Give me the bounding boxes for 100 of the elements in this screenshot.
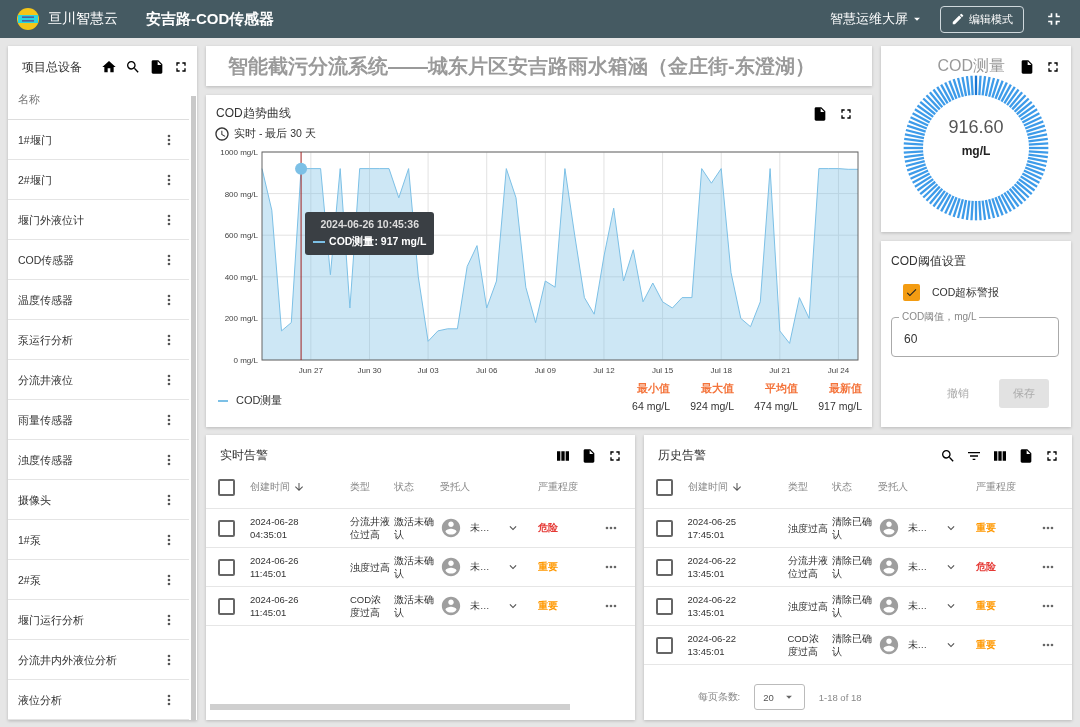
stat-value: 924 mg/L: [690, 400, 734, 412]
dashboard-dropdown[interactable]: 智慧运维大屏: [828, 8, 926, 30]
assignee-name: 未…: [907, 599, 928, 613]
card-title: COD阈值设置: [891, 253, 967, 270]
field-label: COD阈值，mg/L: [899, 310, 980, 323]
sort-arrow-icon[interactable]: [730, 481, 743, 493]
scrollbar[interactable]: [191, 96, 196, 720]
stat-label: 最大值: [701, 382, 734, 396]
row-checkbox[interactable]: [218, 519, 235, 537]
time-range: 实时 - 最后 30 天: [234, 127, 316, 141]
table-cell-text: 激活未确认: [394, 593, 435, 619]
alarm-checkbox[interactable]: [903, 284, 920, 301]
table-cell-text: 2024-06-26 11:45:01: [250, 593, 300, 619]
search-icon[interactable]: [940, 447, 956, 464]
stat-label: 平均值: [765, 382, 798, 396]
device-item[interactable]: 液位分析: [8, 680, 189, 720]
clock-icon: [214, 126, 230, 142]
device-item[interactable]: 雨量传感器: [8, 400, 189, 440]
avatar-icon: [877, 634, 900, 656]
y-tick-label: 1000 mg/L: [220, 148, 258, 157]
column-header[interactable]: 严重程度: [975, 480, 1040, 494]
column-header[interactable]: 状态: [831, 480, 878, 494]
avatar-icon: [440, 556, 462, 578]
assignee-name: 未…: [470, 560, 491, 574]
device-item[interactable]: COD传感器: [8, 240, 189, 280]
x-tick-label: Jun 27: [298, 366, 323, 375]
select-all-checkbox[interactable]: [218, 478, 235, 496]
banner-title: 智能截污分流系统——城东片区安吉路雨水箱涵（金庄街-东澄湖）: [228, 53, 815, 79]
device-item[interactable]: 摄像头: [8, 480, 189, 520]
row-checkbox[interactable]: [218, 597, 235, 615]
row-checkbox[interactable]: [218, 558, 235, 576]
table-cell-text: 分流井液位过高: [787, 554, 829, 580]
fullscreen-icon[interactable]: [173, 59, 189, 75]
severity-label: 重要: [975, 638, 997, 652]
table-cell-text: 激活未确认: [394, 554, 435, 580]
device-item[interactable]: 泵运行分析: [8, 320, 189, 360]
legend-item[interactable]: COD测量: [214, 393, 283, 412]
gauge-unit: mg/L: [961, 144, 991, 158]
check-icon: [905, 286, 918, 299]
table-cell-text: 分流井液位过高: [350, 515, 391, 541]
search-icon[interactable]: [125, 59, 141, 75]
column-header[interactable]: 严重程度: [538, 480, 603, 494]
table-cell-text: 清除已确认: [831, 554, 873, 580]
column-header[interactable]: 受托人: [440, 480, 538, 494]
row-checkbox[interactable]: [655, 597, 673, 615]
device-item[interactable]: 2#泵: [8, 560, 189, 600]
assignee-name: 未…: [907, 560, 928, 574]
row-checkbox[interactable]: [655, 558, 673, 576]
avatar-icon: [877, 595, 900, 617]
chart-title: COD趋势曲线: [216, 105, 291, 122]
gauge-title: COD测量: [937, 56, 1005, 76]
column-header[interactable]: 创建时间: [250, 480, 290, 494]
tooltip-time: 2024-06-26 10:45:36: [319, 218, 421, 230]
device-item[interactable]: 1#堰门: [8, 120, 189, 160]
export-icon[interactable]: [1019, 58, 1035, 75]
stat-value: 474 mg/L: [754, 400, 798, 412]
device-item[interactable]: 分流井液位: [8, 360, 189, 400]
column-header[interactable]: 类型: [350, 480, 394, 494]
sort-arrow-icon[interactable]: [293, 481, 305, 493]
x-tick-label: Jul 15: [651, 366, 674, 375]
device-item[interactable]: 堰门外液位计: [8, 200, 189, 240]
table-cell-text: 2024-06-25 17:45:01: [687, 515, 738, 541]
column-header[interactable]: 类型: [787, 480, 832, 494]
severity-label: 危险: [975, 560, 997, 574]
avatar-icon: [440, 517, 462, 539]
y-tick-label: 600 mg/L: [224, 231, 258, 241]
x-tick-label: Jul 21: [769, 366, 791, 375]
device-item[interactable]: 温度传感器: [8, 280, 189, 320]
tooltip-value: COD测量: 917 mg/L: [313, 235, 427, 249]
stat-value: 64 mg/L: [632, 400, 670, 412]
table-cell-text: 2024-06-28 04:35:01: [250, 515, 300, 541]
x-tick-label: Jul 06: [476, 366, 498, 375]
column-header[interactable]: 创建时间: [687, 480, 728, 494]
avatar-icon: [877, 517, 900, 539]
table-cell-text: 清除已确认: [831, 593, 873, 619]
page-title: 安吉路-COD传感器: [146, 9, 275, 29]
device-item[interactable]: 堰门运行分析: [8, 600, 189, 640]
table-cell-text: 2024-06-22 13:45:01: [687, 632, 738, 658]
device-item[interactable]: 2#堰门: [8, 160, 189, 200]
page-size-select[interactable]: 20: [754, 684, 805, 710]
edit-mode-button[interactable]: 编辑模式: [940, 5, 1024, 33]
x-tick-label: Jun 30: [357, 366, 382, 375]
row-checkbox[interactable]: [655, 519, 673, 537]
assignee-name: 未…: [907, 521, 928, 535]
select-all-checkbox[interactable]: [655, 478, 673, 496]
table-title: 历史告警: [657, 447, 706, 464]
table-title: 实时告警: [220, 447, 268, 464]
scrollbar[interactable]: [210, 704, 570, 710]
page-range: 1-18 of 18: [818, 691, 862, 703]
device-item[interactable]: 1#泵: [8, 520, 189, 560]
brand-name: 亘川智慧云: [48, 10, 118, 28]
column-header[interactable]: 受托人: [877, 480, 976, 494]
home-icon[interactable]: [101, 59, 117, 75]
device-item[interactable]: 浊度传感器: [8, 440, 189, 480]
device-item[interactable]: 分流井内外液位分析: [8, 640, 189, 680]
column-header[interactable]: 状态: [394, 480, 440, 494]
row-checkbox[interactable]: [655, 636, 673, 654]
export-icon[interactable]: [1018, 447, 1034, 464]
export-icon[interactable]: [149, 59, 165, 75]
export-icon[interactable]: [812, 105, 828, 122]
